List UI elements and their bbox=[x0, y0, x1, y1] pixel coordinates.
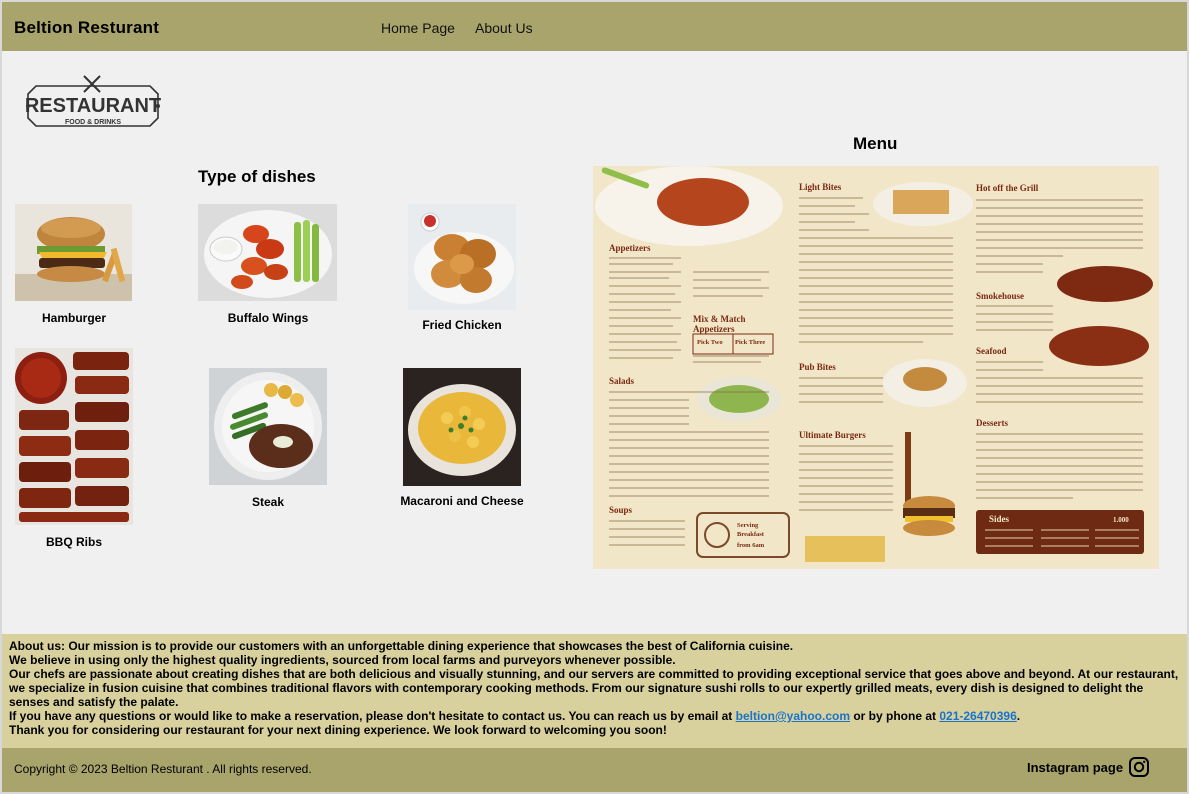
about-mission: Our mission is to provide our customers … bbox=[65, 639, 794, 653]
menu-heading: Menu bbox=[853, 134, 898, 153]
menu-serving-2: Breakfast bbox=[737, 531, 765, 538]
menu-heading-light-bites: Light Bites bbox=[799, 182, 842, 192]
hamburger-image[interactable] bbox=[15, 204, 132, 301]
copyright-text: Copyright © 2023 Beltion Resturant . All… bbox=[14, 762, 312, 776]
email-link[interactable]: beltion@yahoo.com bbox=[736, 709, 850, 723]
instagram-link[interactable]: Instagram page bbox=[1027, 760, 1123, 775]
menu-serving-3: from 6am bbox=[737, 542, 765, 549]
about-line-4: If you have any questions or would like … bbox=[9, 709, 1180, 723]
about-line-3: Our chefs are passionate about creating … bbox=[9, 667, 1179, 709]
menu-heading-soups: Soups bbox=[609, 505, 633, 515]
dish-label-hamburger: Hamburger bbox=[41, 311, 106, 325]
about-line-5: Thank you for considering our restaurant… bbox=[9, 723, 667, 737]
menu-sides-price: 1.000 bbox=[1113, 516, 1129, 524]
menu-heading-appetizers: Appetizers bbox=[609, 243, 651, 253]
menu-pick-three: Pick Three bbox=[735, 339, 765, 346]
menu-heading-seafood: Seafood bbox=[976, 346, 1007, 356]
menu-heading-hot-grill: Hot off the Grill bbox=[976, 183, 1039, 193]
dish-label-buffalo-wings: Buffalo Wings bbox=[227, 311, 309, 325]
about-contact-text: If you have any questions or would like … bbox=[9, 709, 736, 723]
about-line-1: About us: Our mission is to provide our … bbox=[9, 639, 1180, 653]
menu-heading-sides: Sides bbox=[989, 514, 1010, 524]
dish-label-steak: Steak bbox=[251, 495, 285, 509]
phone-link[interactable]: 021-26470396 bbox=[939, 709, 1016, 723]
about-line-2: We believe in using only the highest qua… bbox=[9, 653, 676, 667]
logo-main-text: RESTAURANT bbox=[25, 95, 161, 117]
fried-chicken-image[interactable] bbox=[408, 204, 516, 310]
restaurant-logo: RESTAURANT FOOD & DRINKS bbox=[25, 75, 161, 127]
menu-board-image[interactable]: Light Bites Hot off the Grill Appetizers… bbox=[593, 166, 1159, 569]
macaroni-and-cheese-image[interactable] bbox=[403, 368, 521, 486]
menu-heading-desserts: Desserts bbox=[976, 418, 1008, 428]
logo-sub-text: FOOD & DRINKS bbox=[65, 119, 121, 126]
about-section: About us: Our mission is to provide our … bbox=[2, 634, 1187, 748]
top-navbar: Beltion Resturant Home Page About Us bbox=[2, 2, 1187, 51]
nav-home-link[interactable]: Home Page bbox=[381, 20, 455, 36]
menu-heading-mix-match-2: Appetizers bbox=[693, 324, 735, 334]
menu-heading-ultimate-burgers: Ultimate Burgers bbox=[799, 430, 866, 440]
nav-about-link[interactable]: About Us bbox=[475, 20, 533, 36]
about-contact-mid: or by phone at bbox=[850, 709, 940, 723]
steak-image[interactable] bbox=[209, 368, 327, 485]
footer: Copyright © 2023 Beltion Resturant . All… bbox=[2, 748, 1187, 792]
bbq-ribs-image[interactable] bbox=[15, 348, 133, 525]
dish-label-macaroni-and-cheese: Macaroni and Cheese bbox=[400, 494, 524, 508]
menu-heading-smokehouse: Smokehouse bbox=[976, 291, 1024, 301]
dish-label-bbq-ribs: BBQ Ribs bbox=[45, 535, 102, 549]
dishes-heading: Type of dishes bbox=[198, 167, 316, 186]
buffalo-wings-image[interactable] bbox=[198, 204, 337, 301]
menu-pick-two: Pick Two bbox=[697, 339, 723, 346]
brand-name: Beltion Resturant bbox=[14, 18, 160, 37]
about-lead: About us: bbox=[9, 639, 65, 653]
menu-serving-1: Serving bbox=[737, 522, 759, 529]
menu-heading-salads: Salads bbox=[609, 376, 635, 386]
menu-heading-mix-match: Mix & Match bbox=[693, 314, 745, 324]
instagram-icon[interactable] bbox=[1128, 756, 1150, 778]
dish-label-fried-chicken: Fried Chicken bbox=[422, 318, 502, 332]
menu-heading-pub-bites: Pub Bites bbox=[799, 362, 836, 372]
about-contact-end: . bbox=[1016, 709, 1021, 723]
